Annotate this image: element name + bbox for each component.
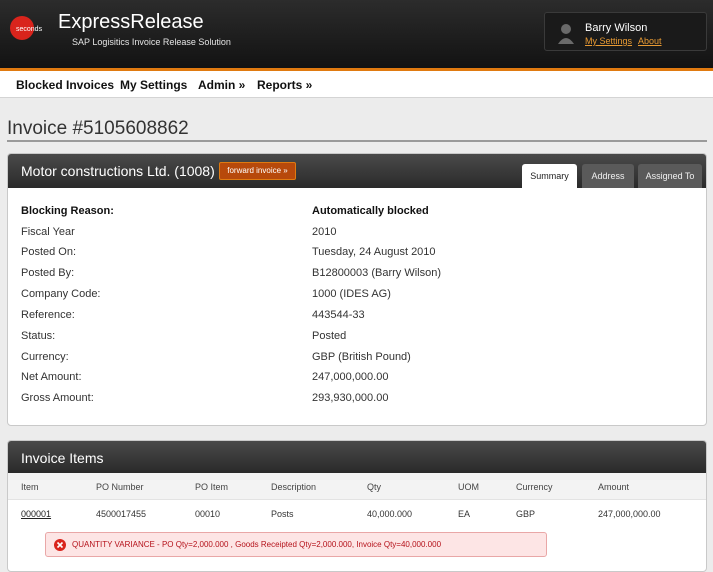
reference-value: 443544-33 (312, 309, 365, 321)
app-title: ExpressRelease (58, 11, 204, 33)
reference-label: Reference: (21, 309, 75, 321)
description-cell: Posts (271, 509, 294, 519)
tab-summary[interactable]: Summary (522, 164, 577, 188)
col-currency: Currency (516, 482, 553, 492)
currency-value: GBP (British Pound) (312, 351, 411, 363)
status-label: Status: (21, 330, 56, 342)
posted-by-label: Posted By: (21, 267, 75, 279)
title-divider (7, 140, 707, 142)
page-title: Invoice #5105608862 (7, 118, 189, 139)
col-po-number: PO Number (96, 482, 144, 492)
app-header: seconds ExpressRelease SAP Logisitics In… (0, 0, 713, 68)
error-icon (54, 539, 66, 551)
gross-amount-value: 293,930,000.00 (312, 392, 389, 404)
fiscal-year-label: Fiscal Year (21, 226, 75, 238)
uom-cell: EA (458, 509, 471, 519)
fiscal-year-value: 2010 (312, 226, 337, 238)
net-amount-label: Net Amount: (21, 371, 82, 383)
col-amount: Amount (598, 482, 630, 492)
gross-amount-label: Gross Amount: (21, 392, 94, 404)
vendor-name: Motor constructions Ltd. (1008) (21, 163, 215, 179)
invoice-items-panel: Invoice Items Item PO Number PO Item Des… (7, 440, 707, 572)
col-description: Description (271, 482, 317, 492)
status-value: Posted (312, 330, 347, 342)
user-name: Barry Wilson (585, 22, 648, 34)
currency-label: Currency: (21, 351, 69, 363)
qty-cell: 40,000.000 (367, 509, 413, 519)
forward-invoice-button[interactable]: forward invoice » (219, 162, 296, 180)
currency-cell: GBP (516, 509, 536, 519)
main-nav: Blocked Invoices My Settings Admin » Rep… (0, 71, 713, 98)
posted-on-label: Posted On: (21, 246, 77, 258)
col-po-item: PO Item (195, 482, 229, 492)
item-link[interactable]: 000001 (21, 509, 51, 519)
my-settings-link[interactable]: My Settings (585, 36, 632, 46)
app-logo: seconds (10, 16, 43, 40)
tab-assigned-to[interactable]: Assigned To (638, 164, 702, 188)
error-message: QUANTITY VARIANCE - PO Qty=2,000.000 , G… (72, 540, 442, 549)
amount-cell: 247,000,000.00 (598, 509, 661, 519)
col-item: Item (21, 482, 39, 492)
net-amount-value: 247,000,000.00 (312, 371, 389, 383)
nav-blocked-invoices[interactable]: Blocked Invoices (16, 78, 114, 92)
posted-on-value: Tuesday, 24 August 2010 (312, 246, 436, 258)
blocking-reason-label: Blocking Reason: (21, 205, 114, 217)
svg-text:seconds: seconds (16, 26, 43, 33)
nav-reports[interactable]: Reports » (257, 78, 312, 92)
invoice-items-title: Invoice Items (21, 450, 104, 466)
user-box: Barry Wilson My Settings About (544, 12, 707, 51)
blocking-reason-value: Automatically blocked (312, 205, 429, 217)
col-uom: UOM (458, 482, 479, 492)
invoice-items-header: Invoice Items (8, 441, 706, 473)
tab-address[interactable]: Address (582, 164, 634, 188)
summary-panel-header: Motor constructions Ltd. (1008) forward … (8, 154, 706, 188)
po-item-cell: 00010 (195, 509, 221, 519)
nav-admin[interactable]: Admin » (198, 78, 245, 92)
quantity-variance-error: QUANTITY VARIANCE - PO Qty=2,000.000 , G… (45, 532, 547, 557)
app-subtitle: SAP Logisitics Invoice Release Solution (72, 37, 231, 47)
col-qty: Qty (367, 482, 382, 492)
user-avatar-icon (558, 24, 574, 44)
po-number-cell: 4500017455 (96, 509, 147, 519)
nav-my-settings[interactable]: My Settings (120, 78, 187, 92)
company-code-label: Company Code: (21, 288, 101, 300)
about-link[interactable]: About (638, 36, 662, 46)
summary-panel: Motor constructions Ltd. (1008) forward … (7, 153, 707, 426)
posted-by-value: B12800003 (Barry Wilson) (312, 267, 442, 279)
company-code-value: 1000 (IDES AG) (312, 288, 391, 300)
